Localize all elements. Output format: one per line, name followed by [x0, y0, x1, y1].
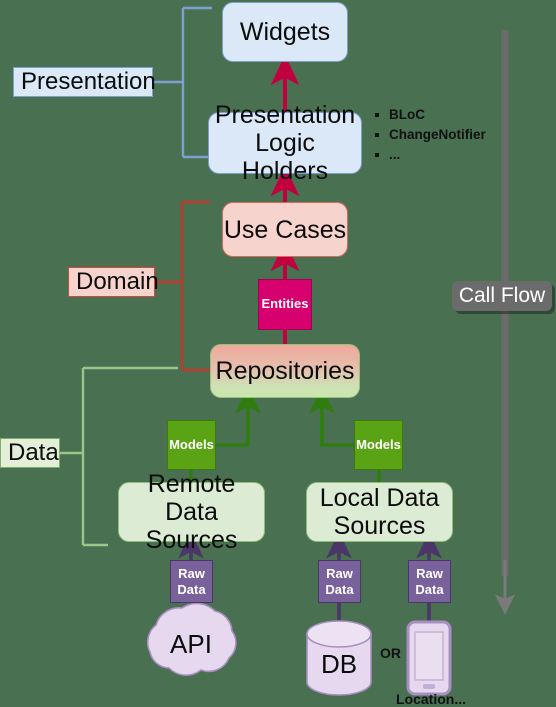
- layer-chip-data[interactable]: Data: [0, 438, 60, 468]
- node-repositories[interactable]: Repositories: [210, 344, 360, 398]
- presentation-logic-holder-examples: BLoC ChangeNotifier ...: [375, 105, 486, 165]
- node-raw-data-location[interactable]: Raw Data: [408, 560, 451, 603]
- node-db-label: DB: [307, 650, 371, 680]
- call-flow-label: Call Flow: [458, 284, 546, 307]
- layer-chip-domain[interactable]: Domain: [68, 267, 159, 297]
- node-raw-data-location-line2: Data: [415, 581, 444, 597]
- bullet-label: ChangeNotifier: [389, 127, 486, 143]
- layer-chip-data-label: Data: [8, 439, 59, 466]
- node-entities-label: Entities: [261, 296, 309, 312]
- architecture-diagram: Presentation Domain Data Widgets Present…: [0, 0, 556, 707]
- node-models-left-label: Models: [169, 436, 214, 452]
- or-separator-label: OR: [380, 645, 401, 661]
- arrow-models-left-to-repositories: [216, 386, 261, 447]
- node-remote-data-sources-line1: Remote Data: [147, 470, 236, 526]
- location-label-text: Location...: [396, 691, 466, 707]
- node-local-data-sources[interactable]: Local Data Sources: [306, 482, 453, 542]
- bracket-presentation: [153, 6, 212, 159]
- bracket-domain: [155, 200, 210, 372]
- bullet-label: BLoC: [389, 107, 425, 123]
- node-models-right[interactable]: Models: [354, 420, 403, 470]
- node-raw-data-api-line2: Data: [177, 581, 206, 597]
- layer-chip-domain-label: Domain: [76, 268, 159, 295]
- node-api-label: API: [148, 630, 234, 660]
- bullet-item: BLoC: [375, 105, 486, 125]
- node-models-left[interactable]: Models: [167, 420, 216, 470]
- node-raw-data-db[interactable]: Raw Data: [318, 560, 361, 603]
- bullet-square-icon: [375, 133, 379, 137]
- or-label-text: OR: [380, 645, 401, 661]
- bullet-item: ChangeNotifier: [375, 125, 486, 145]
- arrow-models-right-to-repositories: [309, 386, 354, 447]
- location-label: Location...: [396, 691, 466, 707]
- node-widgets-label: Widgets: [239, 18, 331, 46]
- node-raw-data-db-line2: Data: [325, 581, 354, 597]
- layer-chip-presentation-label: Presentation: [21, 68, 156, 95]
- node-widgets[interactable]: Widgets: [222, 2, 348, 62]
- node-raw-data-api[interactable]: Raw Data: [170, 560, 213, 603]
- node-raw-data-api-line1: Raw: [178, 566, 205, 582]
- mobile-phone-icon: [406, 620, 452, 696]
- node-remote-data-sources[interactable]: Remote Data Sources: [118, 470, 265, 554]
- call-flow-badge: Call Flow: [452, 281, 552, 311]
- node-entities[interactable]: Entities: [258, 279, 312, 330]
- node-local-data-sources-line2: Sources: [333, 512, 426, 540]
- db-label-text: DB: [320, 649, 358, 680]
- node-raw-data-location-line1: Raw: [416, 566, 443, 582]
- node-presentation-logic-holders[interactable]: Presentation Logic Holders: [208, 101, 362, 185]
- node-remote-data-sources-line2: Sources: [145, 526, 238, 554]
- bullet-square-icon: [375, 153, 379, 157]
- bullet-label: ...: [389, 147, 401, 163]
- node-use-cases[interactable]: Use Cases: [222, 202, 348, 257]
- node-plh-label-line2: Logic Holders: [241, 129, 329, 185]
- bullet-item: ...: [375, 145, 486, 165]
- node-raw-data-db-line1: Raw: [326, 566, 353, 582]
- node-models-right-label: Models: [356, 436, 401, 452]
- node-plh-label-line1: Presentation: [214, 101, 356, 129]
- node-local-data-sources-line1: Local Data: [319, 484, 440, 512]
- node-use-cases-label: Use Cases: [223, 215, 347, 244]
- api-label-text: API: [170, 629, 212, 660]
- layer-chip-presentation[interactable]: Presentation: [13, 67, 156, 97]
- node-repositories-label: Repositories: [215, 357, 355, 385]
- bullet-square-icon: [375, 113, 379, 117]
